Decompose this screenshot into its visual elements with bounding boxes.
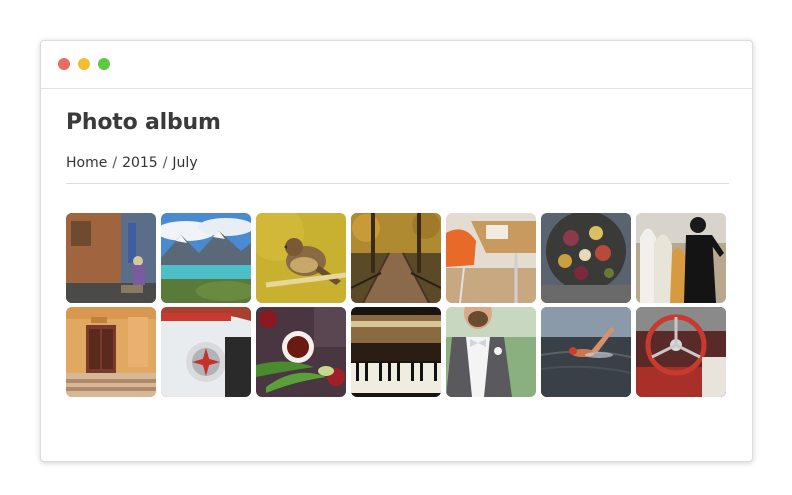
photo-thumbnail-tea[interactable]	[256, 307, 346, 397]
photo-thumbnail-desk[interactable]	[446, 213, 536, 303]
photo-thumbnail-bird[interactable]	[256, 213, 346, 303]
photo-bird-image	[256, 213, 346, 303]
photo-piano-image	[351, 307, 441, 397]
page-content: Photo album Home/2015/July	[66, 89, 729, 461]
photo-thumbnail-piano[interactable]	[351, 307, 441, 397]
window-titlebar	[41, 41, 752, 89]
photo-thumbnail-street[interactable]	[66, 213, 156, 303]
photo-classic-car-image	[161, 307, 251, 397]
minimize-window-button[interactable]	[78, 58, 90, 70]
maximize-window-button[interactable]	[98, 58, 110, 70]
breadcrumb-home[interactable]: Home	[66, 155, 107, 171]
photo-food-platter-image	[541, 213, 631, 303]
photo-thumbnail-surfer[interactable]	[636, 213, 726, 303]
close-window-button[interactable]	[58, 58, 70, 70]
photo-doorway-image	[66, 307, 156, 397]
photo-tea-image	[256, 307, 346, 397]
breadcrumb-separator: /	[112, 155, 118, 171]
photo-thumbnail-suit[interactable]	[446, 307, 536, 397]
photo-surfer-image	[636, 213, 726, 303]
photo-desk-image	[446, 213, 536, 303]
photo-suit-image	[446, 307, 536, 397]
page-title: Photo album	[66, 110, 221, 135]
browser-window: Photo album Home/2015/July	[40, 40, 753, 462]
photo-thumbnail-swimmer[interactable]	[541, 307, 631, 397]
breadcrumb-2015[interactable]: 2015	[122, 155, 158, 171]
photo-steering-wheel-image	[636, 307, 726, 397]
photo-mountains-image	[161, 213, 251, 303]
photo-street-image	[66, 213, 156, 303]
photo-forest-path-image	[351, 213, 441, 303]
photo-thumbnail-forest-path[interactable]	[351, 213, 441, 303]
breadcrumb-separator: /	[162, 155, 168, 171]
photo-swimmer-image	[541, 307, 631, 397]
photo-thumbnail-steering-wheel[interactable]	[636, 307, 726, 397]
photo-thumbnail-classic-car[interactable]	[161, 307, 251, 397]
photo-thumbnail-mountains[interactable]	[161, 213, 251, 303]
breadcrumb: Home/2015/July	[66, 155, 729, 184]
photo-thumbnail-food-platter[interactable]	[541, 213, 631, 303]
photo-thumbnail-doorway[interactable]	[66, 307, 156, 397]
breadcrumb-july[interactable]: July	[172, 155, 197, 171]
